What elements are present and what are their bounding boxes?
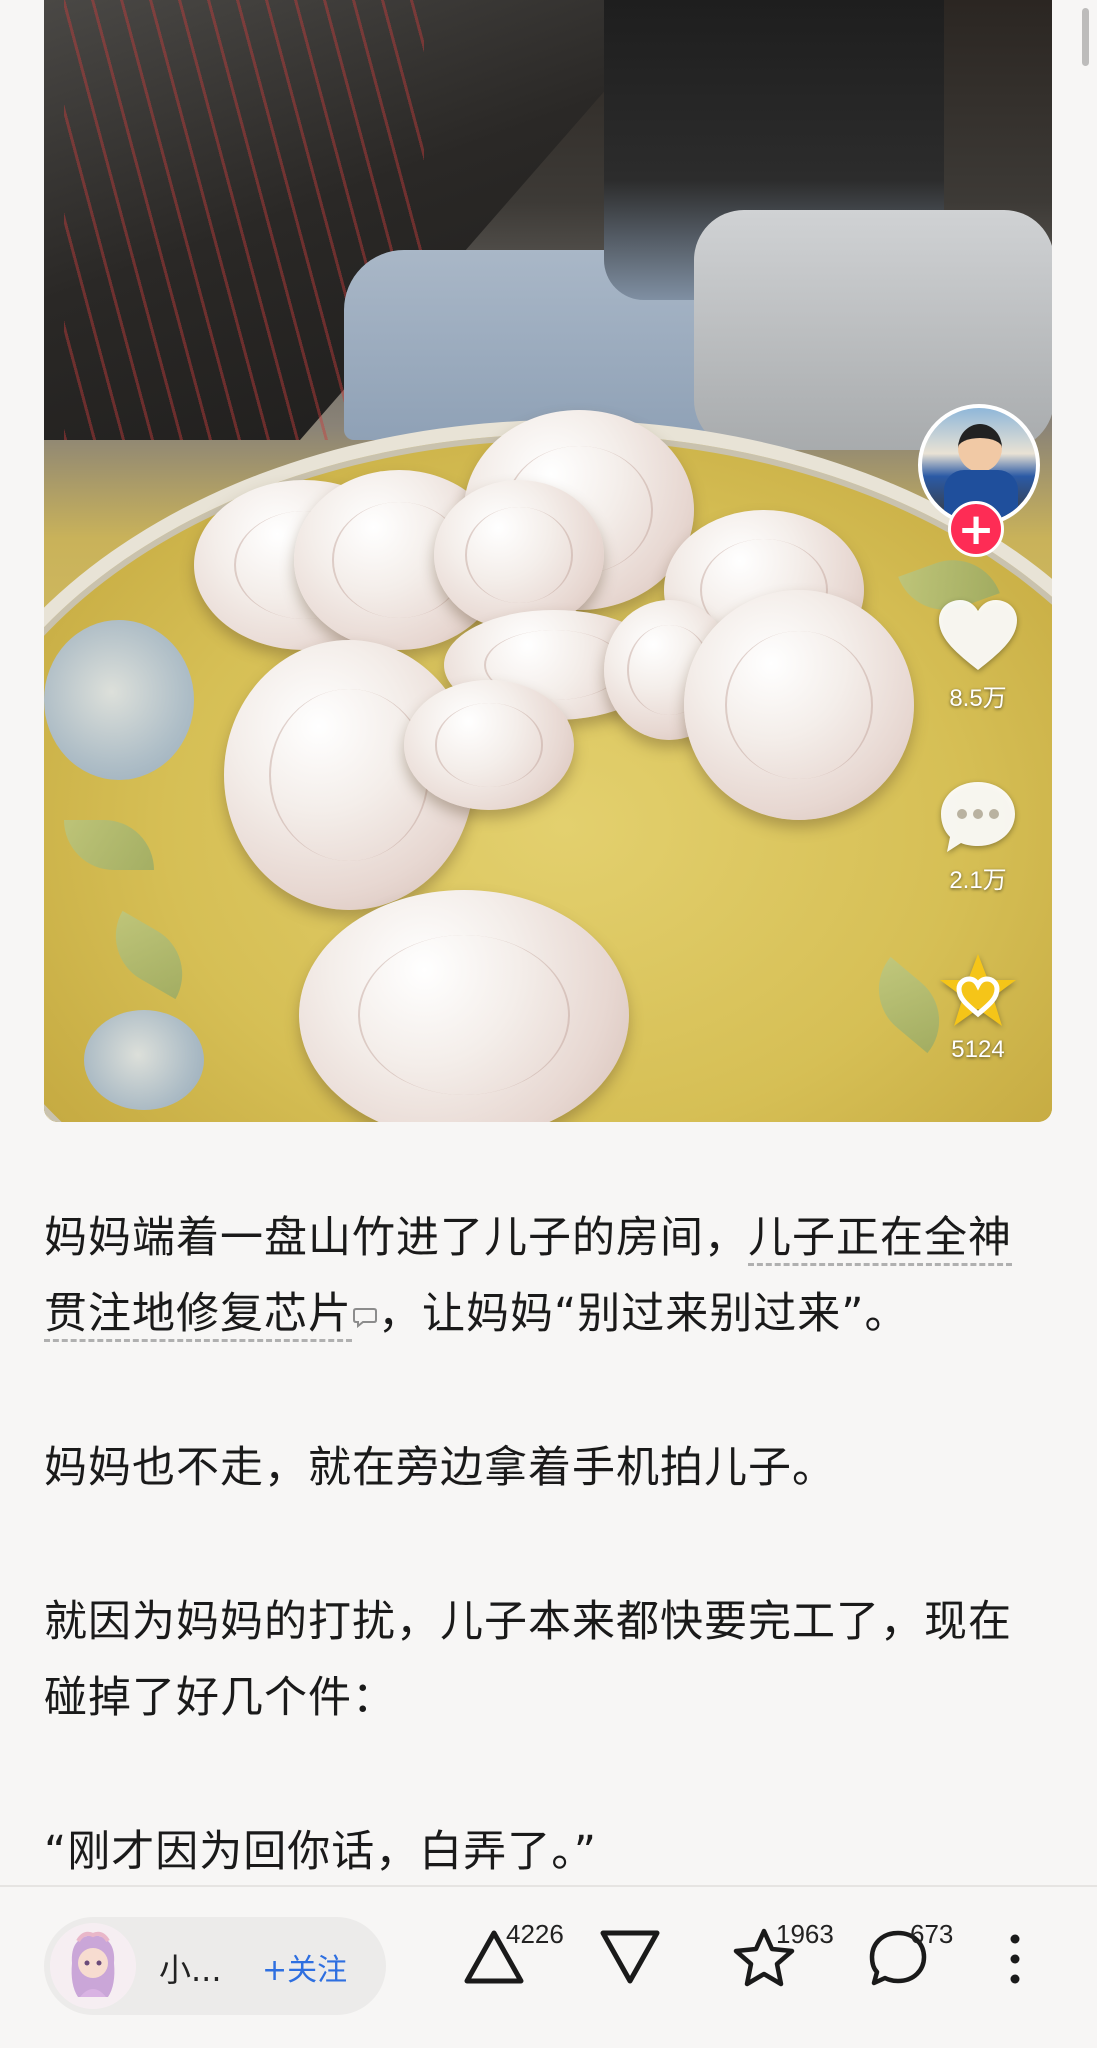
video-player[interactable] [44,0,1052,1122]
bottom-action-bar: 小... +关注 4226 1963 673 [0,1887,1097,2048]
favorite-count: 5124 [951,1036,1005,1063]
article-paragraph: 就因为妈妈的打扰，儿子本来都快要完工了，现在碰掉了好几个件： [44,1597,1012,1723]
article-body: 妈妈端着一盘山竹进了儿子的房间，儿子正在全神贯注地修复芯片 ，让妈妈“别过来别过来… [44,1200,1054,1968]
mangosteen-fruit [404,680,574,810]
plate-flower [44,620,194,780]
comment-count: 2.1万 [949,867,1007,894]
scrollbar[interactable] [1082,8,1089,66]
comment-button[interactable]: 2.1万 [928,776,1028,895]
mangosteen-fruit [434,480,604,630]
author-avatar[interactable] [50,1923,136,2009]
triangle-down-icon [600,1930,660,1984]
favorite-count-bottom: 1963 [776,1919,834,1949]
comment-bubble-icon [941,782,1015,852]
article-text: ，让妈妈“别过来别过来”。 [378,1289,909,1339]
like-button[interactable]: 8.5万 [928,596,1028,713]
plate-flower [84,1010,204,1110]
article-paragraph: 妈妈也不走，就在旁边拿着手机拍儿子。 [44,1443,836,1493]
author-avatar-illustration-icon [50,1923,136,2009]
topic-bubble-icon[interactable] [352,1306,378,1328]
favorite-button[interactable]: 5124 [928,952,1028,1064]
follow-plus-button[interactable]: + [948,501,1004,557]
author-pill[interactable]: 小... +关注 [44,1917,386,2015]
upvote-count: 4226 [506,1919,564,1949]
author-name[interactable]: 小... [159,1945,222,1991]
mangosteen-fruit [299,890,629,1122]
follow-button[interactable]: +关注 [262,1945,347,1989]
article-paragraph: “刚才因为回你话，白弄了。” [44,1827,598,1877]
more-vertical-icon [1010,1934,1020,1984]
avatar-kid-head [958,424,1002,472]
article-text: 妈妈端着一盘山竹进了儿子的房间， [44,1213,748,1263]
mangosteen-fruit [684,590,914,820]
comment-count-bottom: 673 [910,1919,954,1949]
heart-icon [939,600,1017,670]
like-count: 8.5万 [949,685,1007,712]
downvote-button[interactable] [598,1927,662,1991]
article-paragraph: 妈妈端着一盘山竹进了儿子的房间，儿子正在全神贯注地修复芯片 ，让妈妈“别过来别过来… [44,1200,1054,1352]
star-heart-icon [940,954,1016,1026]
more-button[interactable] [1000,1931,1030,1991]
